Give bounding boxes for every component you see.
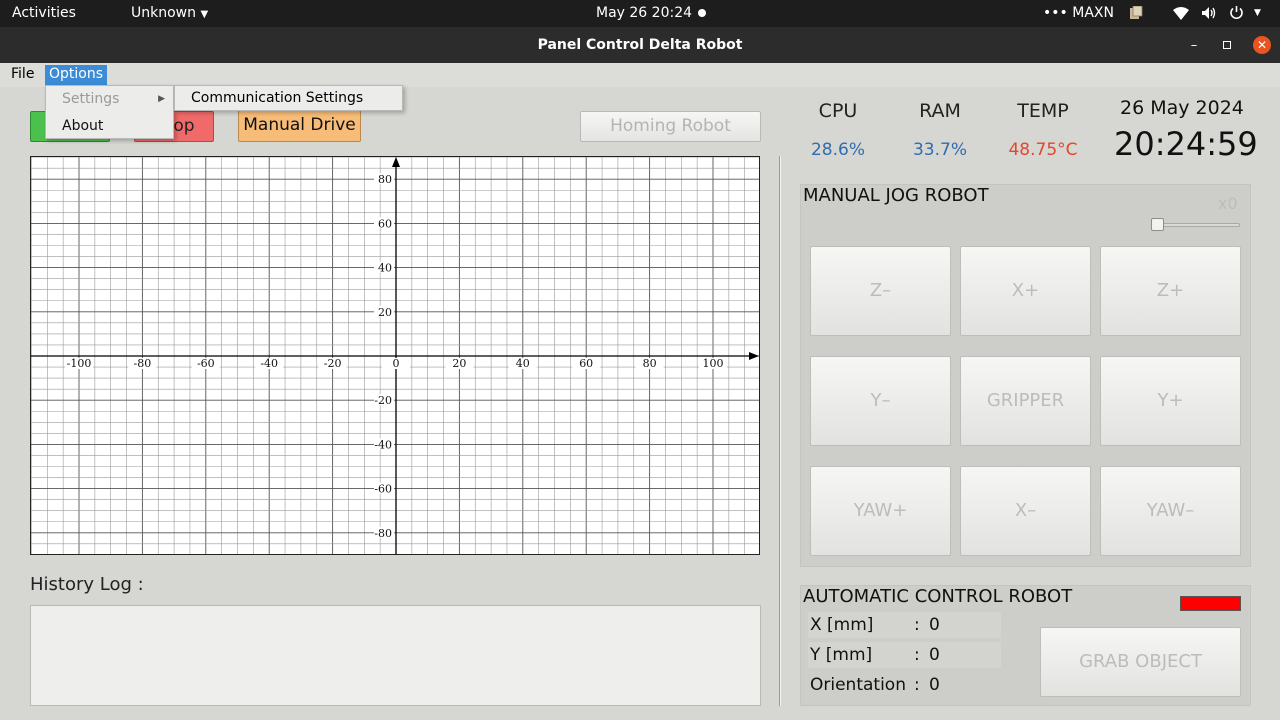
stop-button-label: op xyxy=(173,116,195,136)
manual-drive-button[interactable]: Manual Drive xyxy=(238,110,361,142)
y-tick-label: 20 xyxy=(378,306,392,319)
time-display: 20:24:59 xyxy=(1114,125,1258,163)
temp-label: TEMP xyxy=(1017,100,1069,122)
cpu-label: CPU xyxy=(818,100,858,122)
x-tick-label: 60 xyxy=(579,357,593,370)
jog-y-plus-button[interactable]: Y+ xyxy=(1100,356,1241,446)
maximize-button[interactable] xyxy=(1217,35,1237,55)
y-tick-label: 40 xyxy=(378,262,392,275)
menu-item-settings[interactable]: Settings ▶ xyxy=(46,86,173,112)
auto-control-title: AUTOMATIC CONTROL ROBOT xyxy=(803,586,1073,607)
history-log-box[interactable] xyxy=(30,605,761,706)
submenu-arrow-icon: ▶ xyxy=(158,94,165,104)
history-log-label: History Log : xyxy=(30,574,144,595)
ram-value: 33.7% xyxy=(912,140,967,160)
settings-submenu: Communication Settings xyxy=(174,85,403,111)
homing-robot-button[interactable]: Homing Robot xyxy=(580,111,761,142)
window-title: Panel Control Delta Robot xyxy=(537,37,743,53)
notification-dot-icon xyxy=(698,9,706,17)
x-tick-label: 0 xyxy=(393,357,400,370)
jog-x-plus-button[interactable]: X+ xyxy=(960,246,1091,336)
panel-divider xyxy=(779,156,780,706)
gripper-button[interactable]: GRIPPER xyxy=(960,356,1091,446)
wifi-icon[interactable] xyxy=(1173,7,1189,20)
y-label: Y [mm] xyxy=(810,645,873,665)
minimize-button[interactable]: – xyxy=(1184,35,1204,55)
app-window-body: File Options op Manual Drive Homing Robo… xyxy=(0,63,1280,720)
orientation-separator: : xyxy=(914,675,920,695)
clipboard-icon[interactable] xyxy=(1129,6,1143,20)
jog-speed-label: x0 xyxy=(1218,194,1238,213)
workspace-plot-svg: -100 -80 -60 -40 -20 0 20 40 60 80 100 80 60 40 20 -20 -… xyxy=(31,157,759,554)
y-axis-arrow-icon xyxy=(392,157,400,167)
close-icon: ✕ xyxy=(1256,38,1268,52)
grab-object-button[interactable]: GRAB OBJECT xyxy=(1040,627,1241,697)
minimize-icon: – xyxy=(1190,37,1198,53)
window-title-bar: Panel Control Delta Robot – ✕ xyxy=(0,27,1280,63)
x-tick-label: -40 xyxy=(260,357,278,370)
y-tick-label: -40 xyxy=(374,438,392,451)
power-mode-indicator[interactable]: ••• MAXN xyxy=(1043,5,1114,21)
ram-label: RAM xyxy=(919,100,961,122)
y-tick-label: 60 xyxy=(378,217,392,230)
orientation-label: Orientation xyxy=(810,675,906,695)
x-tick-label: 20 xyxy=(452,357,466,370)
volume-icon[interactable] xyxy=(1201,6,1217,20)
x-tick-label: -20 xyxy=(324,357,342,370)
jog-z-plus-button[interactable]: Z+ xyxy=(1100,246,1241,336)
menu-bar: File Options xyxy=(0,63,1280,87)
menu-item-settings-label: Settings xyxy=(62,91,120,107)
x-tick-label: 80 xyxy=(643,357,657,370)
jog-z-minus-button[interactable]: Z– xyxy=(810,246,951,336)
manual-jog-title: MANUAL JOG ROBOT xyxy=(803,185,989,206)
menu-file[interactable]: File xyxy=(7,65,38,85)
power-mode-label: MAXN xyxy=(1072,5,1114,21)
ellipsis-icon: ••• xyxy=(1043,5,1068,21)
y-tick-label: -60 xyxy=(374,483,392,496)
x-label: X [mm] xyxy=(810,615,874,635)
x-tick-label: 100 xyxy=(703,357,724,370)
y-tick-label: -20 xyxy=(374,394,392,407)
date-display: 26 May 2024 xyxy=(1120,97,1244,119)
y-tick-label: 80 xyxy=(378,173,392,186)
x-tick-label: -100 xyxy=(67,357,92,370)
close-button[interactable]: ✕ xyxy=(1253,36,1271,54)
orientation-value: 0 xyxy=(929,675,940,695)
caret-down-icon: ▼ xyxy=(200,9,209,20)
y-tick-label: -80 xyxy=(374,527,392,540)
x-tick-label: -80 xyxy=(134,357,152,370)
options-dropdown: Settings ▶ About xyxy=(45,85,174,139)
power-icon[interactable] xyxy=(1229,5,1244,20)
x-value: 0 xyxy=(929,615,940,635)
cpu-value: 28.6% xyxy=(810,140,865,160)
activities-button[interactable]: Activities xyxy=(12,5,76,21)
x-axis-arrow-icon xyxy=(749,352,759,360)
temp-value: 48.75°C xyxy=(1008,140,1078,160)
menu-item-about[interactable]: About xyxy=(46,113,173,139)
workspace-plot[interactable]: -100 -80 -60 -40 -20 0 20 40 60 80 100 80 60 40 20 -20 -… xyxy=(30,156,760,555)
y-value: 0 xyxy=(929,645,940,665)
maximize-icon xyxy=(1223,41,1231,49)
y-separator: : xyxy=(914,645,920,665)
jog-yaw-plus-button[interactable]: YAW+ xyxy=(810,466,951,556)
jog-x-minus-button[interactable]: X– xyxy=(960,466,1091,556)
jog-speed-slider-track[interactable] xyxy=(1157,223,1240,227)
x-separator: : xyxy=(914,615,920,635)
system-top-bar: Activities Unknown ▼ May 26 20:24 ••• MA… xyxy=(0,0,1280,27)
jog-y-minus-button[interactable]: Y– xyxy=(810,356,951,446)
jog-speed-slider-handle[interactable] xyxy=(1151,218,1164,231)
connection-status-indicator xyxy=(1180,596,1241,611)
clock[interactable]: May 26 20:24 xyxy=(596,5,692,21)
app-menu-label: Unknown xyxy=(131,5,196,21)
x-tick-label: -60 xyxy=(197,357,215,370)
x-tick-label: 40 xyxy=(516,357,530,370)
jog-yaw-minus-button[interactable]: YAW– xyxy=(1100,466,1241,556)
menu-options[interactable]: Options xyxy=(45,65,108,85)
app-menu[interactable]: Unknown ▼ xyxy=(131,5,208,21)
system-menu-caret-icon[interactable]: ▼ xyxy=(1254,8,1261,18)
menu-item-communication-settings[interactable]: Communication Settings xyxy=(191,90,363,106)
